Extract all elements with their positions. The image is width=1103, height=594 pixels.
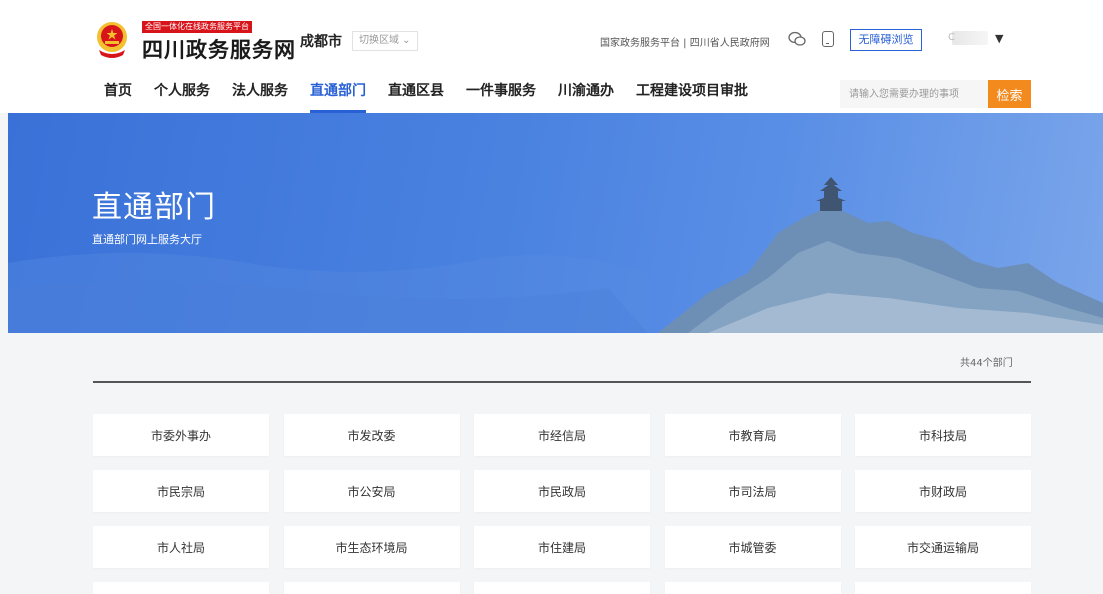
department-card[interactable]	[474, 582, 650, 594]
department-card[interactable]: 市民政局	[474, 470, 650, 512]
switch-region-button[interactable]: 切换区域 ⌄	[352, 31, 418, 51]
department-grid: 市委外事办 市发改委 市经信局 市教育局 市科技局 市民宗局 市公安局 市民政局…	[93, 414, 1031, 594]
department-card[interactable]	[855, 582, 1031, 594]
department-card[interactable]: 市发改委	[283, 414, 460, 456]
nav-item-corporate[interactable]: 法人服务	[232, 80, 288, 113]
banner-title: 直通部门	[92, 190, 216, 225]
nav-item-construction[interactable]: 工程建设项目审批	[636, 80, 748, 113]
nav-item-home[interactable]: 首页	[104, 80, 132, 113]
department-card[interactable]: 市公安局	[283, 470, 460, 512]
department-card[interactable]: 市交通运输局	[855, 526, 1031, 568]
department-card[interactable]: 市生态环境局	[283, 526, 460, 568]
main-nav: 首页 个人服务 法人服务 直通部门 直通区县 一件事服务 川渝通办 工程建设项目…	[104, 80, 770, 113]
department-card[interactable]: 市委外事办	[93, 414, 269, 456]
banner: 直通部门 直通部门网上服务大厅	[8, 113, 1103, 333]
department-card[interactable]	[283, 582, 460, 594]
department-card[interactable]: 市城管委	[664, 526, 841, 568]
department-card[interactable]	[664, 582, 841, 594]
user-initial: C	[948, 32, 955, 43]
department-card[interactable]: 市民宗局	[93, 470, 269, 512]
current-city: 成都市	[300, 34, 342, 50]
nav-item-chuanyu[interactable]: 川渝通办	[558, 80, 614, 113]
search-button[interactable]: 检索	[988, 80, 1031, 108]
divider	[93, 381, 1031, 383]
department-card[interactable]: 市经信局	[474, 414, 650, 456]
department-card[interactable]: 市人社局	[93, 526, 269, 568]
nav-item-districts[interactable]: 直通区县	[388, 80, 444, 113]
department-card[interactable]	[93, 582, 269, 594]
user-info-area[interactable]	[952, 31, 988, 45]
accessible-browse-button[interactable]: 无障碍浏览	[850, 29, 922, 51]
department-card[interactable]: 市教育局	[664, 414, 841, 456]
department-card[interactable]: 市司法局	[664, 470, 841, 512]
department-card[interactable]: 市住建局	[474, 526, 650, 568]
department-card[interactable]: 市财政局	[855, 470, 1031, 512]
department-card[interactable]: 市科技局	[855, 414, 1031, 456]
header: 全国一体化在线政务服务平台 四川政务服务网 成都市 切换区域 ⌄ 国家政务服务平…	[0, 0, 1103, 113]
site-name[interactable]: 四川政务服务网	[142, 34, 296, 64]
top-links[interactable]: 国家政务服务平台 | 四川省人民政府网	[600, 34, 770, 49]
national-emblem-icon[interactable]	[94, 20, 130, 58]
chevron-down-icon[interactable]: ▼	[995, 32, 1003, 45]
nav-item-departments[interactable]: 直通部门	[310, 80, 366, 113]
search-input[interactable]	[840, 80, 990, 108]
platform-badge: 全国一体化在线政务服务平台	[142, 21, 252, 33]
nav-item-personal[interactable]: 个人服务	[154, 80, 210, 113]
banner-subtitle: 直通部门网上服务大厅	[92, 233, 202, 246]
department-count: 共44个部门	[960, 358, 1013, 369]
wechat-icon[interactable]	[788, 31, 806, 47]
mobile-icon[interactable]	[822, 31, 834, 47]
nav-item-one-thing[interactable]: 一件事服务	[466, 80, 536, 113]
